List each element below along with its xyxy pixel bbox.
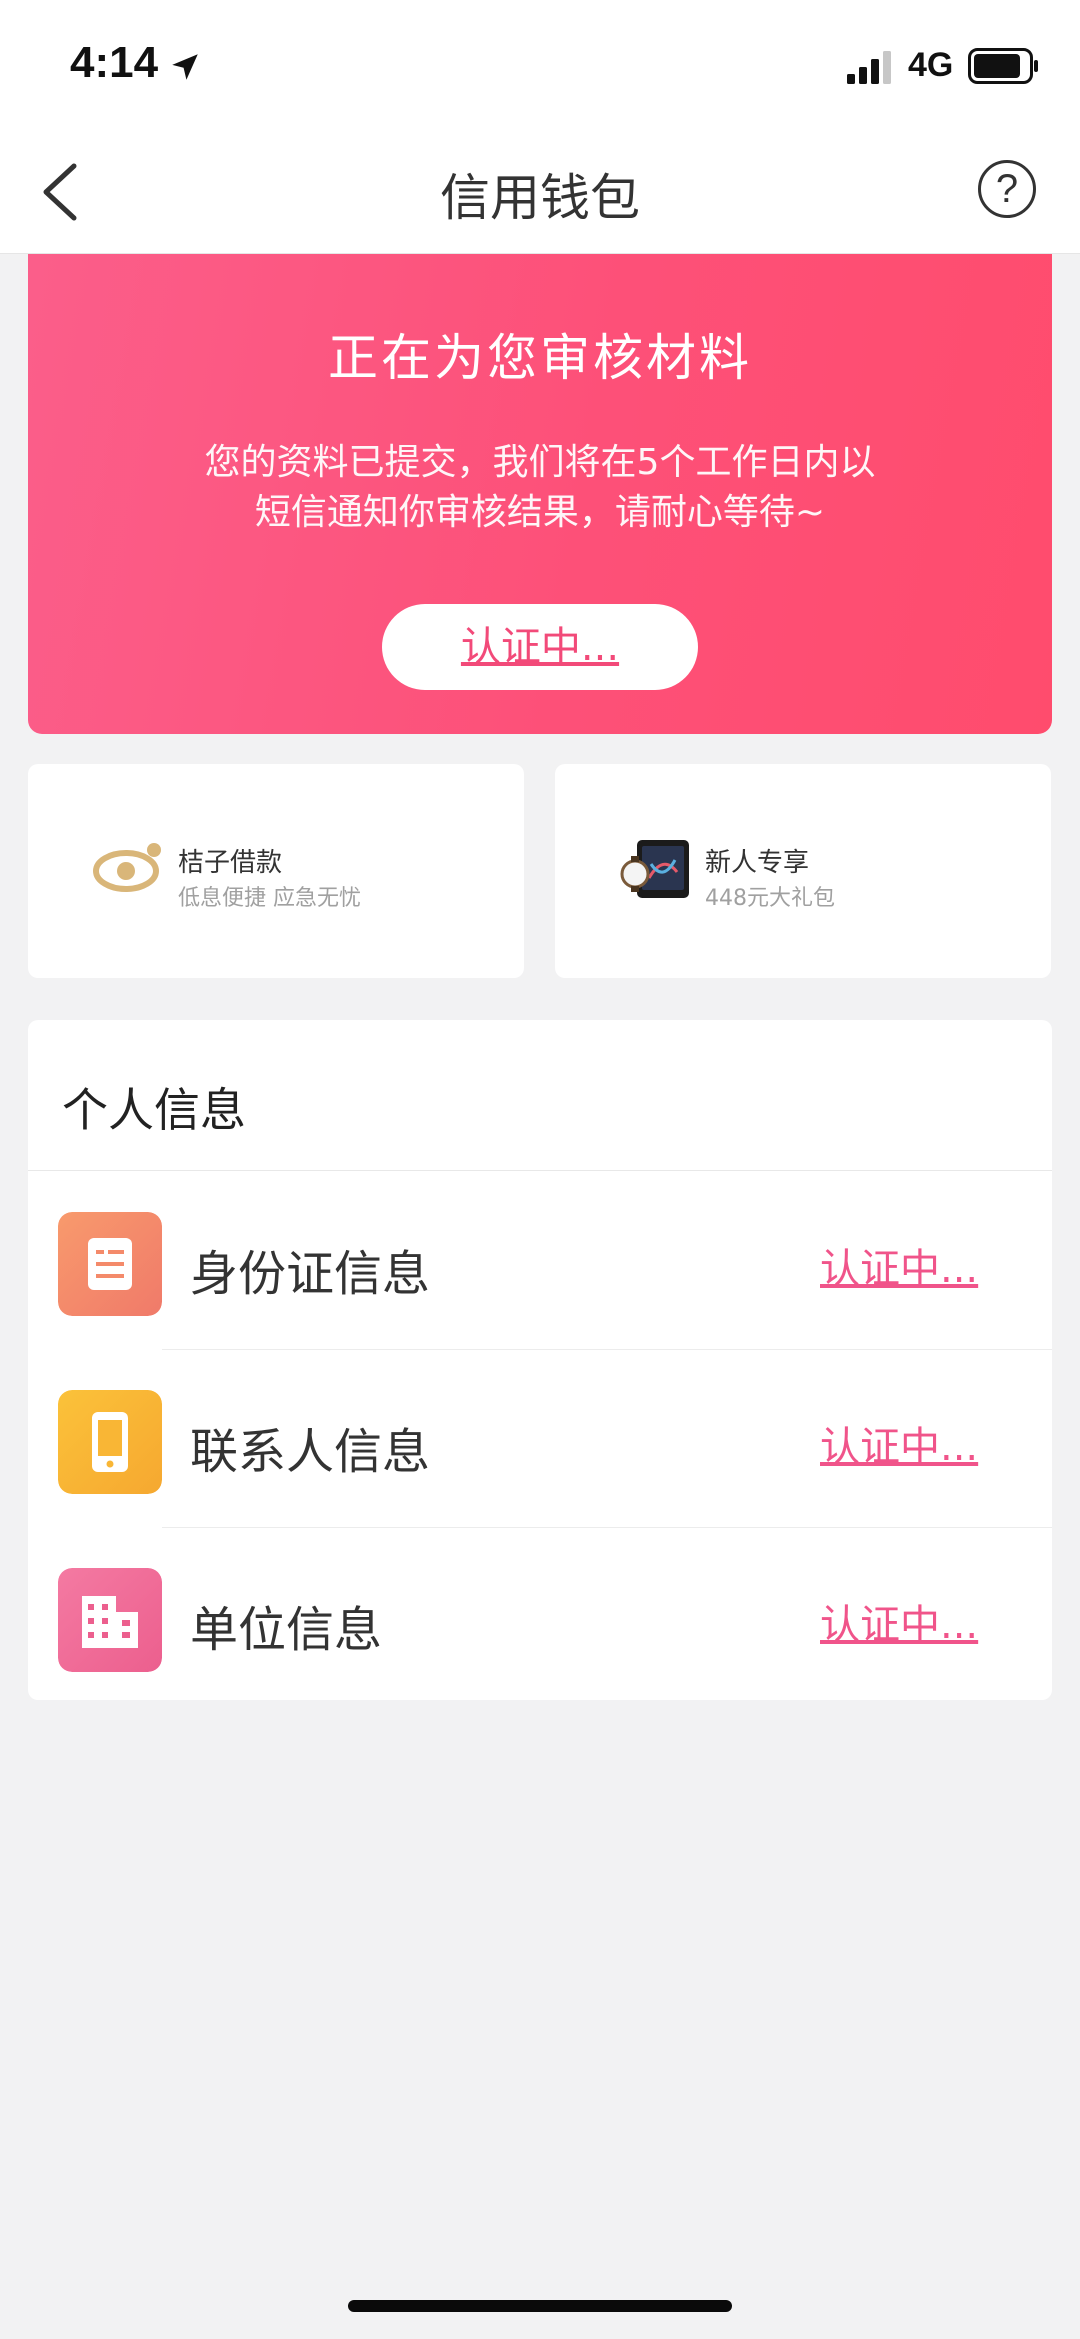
banner-desc-line-2: 短信通知你审核结果，请耐心等待~: [254, 492, 826, 533]
phone-watch-gift-icon: [620, 840, 689, 898]
page-title: 信用钱包: [440, 169, 640, 227]
list-item-id-card[interactable]: 身份证信息 认证中...: [28, 1172, 1052, 1350]
phone-icon: [58, 1390, 162, 1494]
status-bar: 4:14 4G: [0, 0, 1080, 130]
row-status-link[interactable]: 认证中...: [820, 1236, 978, 1294]
id-card-icon: [58, 1212, 162, 1316]
promo-subtitle: 低息便捷 应急无忧: [178, 886, 361, 911]
section-title: 个人信息: [62, 1083, 246, 1137]
help-button[interactable]: ?: [978, 160, 1036, 218]
review-status-banner: 正在为您审核材料 您的资料已提交，我们将在5个工作日内以 短信通知你审核结果，请…: [28, 254, 1052, 734]
building-icon: [58, 1568, 162, 1672]
status-time: 4:14: [70, 38, 159, 87]
banner-desc-line-1: 您的资料已提交，我们将在5个工作日内以: [204, 442, 876, 483]
list-item-employer[interactable]: 单位信息 认证中...: [28, 1528, 1052, 1706]
row-label: 联系人信息: [190, 1424, 431, 1480]
banner-title: 正在为您审核材料: [328, 329, 752, 387]
row-label: 单位信息: [190, 1602, 383, 1658]
home-indicator[interactable]: [348, 2300, 732, 2312]
divider: [28, 1170, 1052, 1171]
personal-info-section: 个人信息 身份证信息 认证中... 联系人信息 认证中... 单位信息 认证中.…: [28, 1020, 1052, 1700]
battery-icon: [968, 48, 1038, 84]
nav-bar: 信用钱包 ?: [0, 130, 1080, 254]
row-status-link[interactable]: 认证中...: [820, 1592, 978, 1650]
coin-eye-icon: [93, 843, 161, 892]
promo-card-loan[interactable]: 桔子借款 低息便捷 应急无忧: [28, 764, 524, 978]
row-status-link[interactable]: 认证中...: [820, 1414, 978, 1472]
promo-subtitle: 448元大礼包: [705, 886, 835, 911]
network-label: 4G: [908, 46, 954, 84]
banner-description: 您的资料已提交，我们将在5个工作日内以 短信通知你审核结果，请耐心等待~: [28, 438, 1052, 538]
list-item-contacts[interactable]: 联系人信息 认证中...: [28, 1350, 1052, 1528]
row-label: 身份证信息: [190, 1246, 431, 1302]
promo-title: 桔子借款: [178, 848, 283, 878]
signal-icon: [847, 51, 891, 84]
promo-title: 新人专享: [705, 848, 810, 878]
location-arrow-icon: [172, 54, 198, 80]
promo-card-newcomer[interactable]: 新人专享 448元大礼包: [555, 764, 1051, 978]
verifying-button[interactable]: 认证中...: [382, 604, 698, 690]
